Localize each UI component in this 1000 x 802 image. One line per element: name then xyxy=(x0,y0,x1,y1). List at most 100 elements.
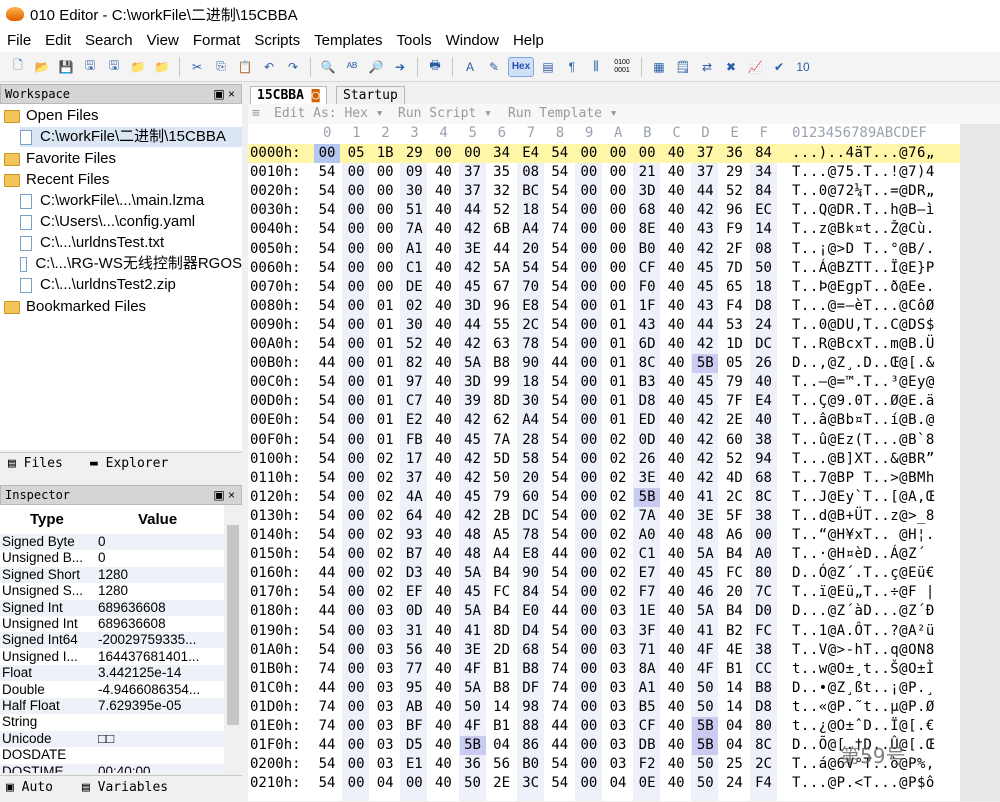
hex-byte[interactable]: BF xyxy=(401,717,427,736)
tree-item-recent[interactable]: C:\...\RG-WS无线控制器RGOS xyxy=(20,254,242,274)
hex-byte[interactable]: 3E xyxy=(634,469,660,488)
hex-byte[interactable]: 38 xyxy=(751,507,777,526)
hex-byte[interactable]: 00 xyxy=(576,507,602,526)
hex-byte[interactable]: 17 xyxy=(401,450,427,469)
hex-byte[interactable]: 40 xyxy=(663,717,689,736)
ascii-text[interactable]: T..J@Ey`T..[@A,Œ xyxy=(792,488,935,507)
hex-row[interactable]: 0130h: 54 00 02 64 40 42 2B DC 54 00 02 7A 40 3E 5F 38 T.… xyxy=(248,507,1000,526)
hex-byte[interactable]: 54 xyxy=(547,411,573,430)
hex-byte[interactable]: 37 xyxy=(460,182,486,201)
hex-byte[interactable]: 52 xyxy=(489,201,515,220)
hex-byte[interactable]: 00 xyxy=(343,755,369,774)
hex-byte[interactable]: 18 xyxy=(751,278,777,297)
hex-byte[interactable]: 45 xyxy=(692,259,718,278)
hex-row[interactable]: 01E0h: 74 00 03 BF 40 4F B1 88 44 00 03 CF 40 5B 04 80 t.… xyxy=(248,717,1000,736)
hex-byte[interactable]: 40 xyxy=(430,507,456,526)
hex-byte[interactable]: 40 xyxy=(663,526,689,545)
ascii-text[interactable]: T..z@Bk¤t..Ž@Cù. xyxy=(792,220,935,239)
hex-row[interactable]: 0160h: 44 00 02 D3 40 5A B4 90 54 00 02 E7 40 45 FC 80 D.… xyxy=(248,564,1000,583)
hex-row[interactable]: 00B0h: 44 00 01 82 40 5A B8 90 44 00 01 8C 40 5B 05 26 D.… xyxy=(248,354,1000,374)
hex-byte[interactable]: 95 xyxy=(401,679,427,698)
hex-byte[interactable]: 00 xyxy=(605,240,631,259)
hex-byte[interactable]: 05 xyxy=(343,144,369,163)
hex-byte[interactable]: 44 xyxy=(460,201,486,220)
hex-byte[interactable]: 60 xyxy=(721,431,747,450)
hex-byte[interactable]: 3D xyxy=(460,373,486,392)
hex-byte[interactable]: 42 xyxy=(692,240,718,259)
hex-byte[interactable]: 5A xyxy=(460,354,486,373)
hex-byte[interactable]: 14 xyxy=(489,698,515,717)
ascii-text[interactable]: T..d@B+ÜT..z@>_8 xyxy=(792,507,935,526)
hex-byte[interactable]: 40 xyxy=(430,526,456,545)
hex-byte[interactable]: 00 xyxy=(576,564,602,583)
hex-byte[interactable]: 02 xyxy=(605,450,631,469)
hex-byte[interactable]: 7A xyxy=(634,507,660,526)
hex-byte[interactable]: 54 xyxy=(547,469,573,488)
tab-variables[interactable]: ▤ Variables xyxy=(82,780,168,795)
hex-byte[interactable]: 54 xyxy=(547,259,573,278)
hex-byte[interactable]: B4 xyxy=(721,602,747,621)
hex-byte[interactable]: 54 xyxy=(314,450,340,469)
hex-byte[interactable]: 74 xyxy=(547,698,573,717)
hex-byte[interactable]: 01 xyxy=(605,411,631,430)
hex-byte[interactable]: 04 xyxy=(721,736,747,755)
column-header-value[interactable]: Value xyxy=(138,511,177,528)
hex-byte[interactable]: 40 xyxy=(430,278,456,297)
hex-byte[interactable]: 4F xyxy=(692,641,718,660)
hex-byte[interactable]: 48 xyxy=(460,526,486,545)
hex-byte[interactable]: B1 xyxy=(721,660,747,679)
hex-byte[interactable]: 45 xyxy=(692,564,718,583)
tree-item-recent[interactable]: C:\...\urldnsTest.txt xyxy=(20,233,242,253)
hex-byte[interactable]: 43 xyxy=(634,316,660,335)
hex-byte[interactable]: 01 xyxy=(372,354,398,373)
hex-byte[interactable]: 40 xyxy=(430,240,456,259)
hex-byte[interactable]: 54 xyxy=(314,335,340,354)
hex-byte[interactable]: 54 xyxy=(314,278,340,297)
paste-icon[interactable]: 📋 xyxy=(236,58,254,76)
hex-byte[interactable]: 42 xyxy=(692,201,718,220)
hex-byte[interactable]: 74 xyxy=(314,698,340,717)
hex-byte[interactable]: 42 xyxy=(460,335,486,354)
hex-byte[interactable]: 40 xyxy=(663,774,689,793)
hex-byte[interactable]: EC xyxy=(751,201,777,220)
hex-byte[interactable]: 40 xyxy=(663,144,689,163)
hex-byte[interactable]: 44 xyxy=(692,316,718,335)
hex-byte[interactable]: 54 xyxy=(547,564,573,583)
hex-byte[interactable]: 44 xyxy=(547,717,573,736)
hex-byte[interactable]: 29 xyxy=(721,163,747,182)
hex-byte[interactable]: 40 xyxy=(663,698,689,717)
run-script-dropdown[interactable]: Run Script ▾ xyxy=(398,106,492,121)
hex-byte[interactable]: 00 xyxy=(343,469,369,488)
hex-byte[interactable]: 40 xyxy=(430,297,456,316)
hex-byte[interactable]: 00 xyxy=(343,373,369,392)
hex-byte[interactable]: 3C xyxy=(518,774,544,793)
tree-item-recent[interactable]: C:\Users\...\config.yaml xyxy=(20,212,242,232)
hex-byte[interactable]: 2C xyxy=(518,316,544,335)
hex-byte[interactable]: 54 xyxy=(547,240,573,259)
hex-byte[interactable]: B2 xyxy=(721,622,747,641)
hex-row[interactable]: 0050h: 54 00 00 A1 40 3E 44 20 54 00 00 B0 40 42 2F 08 T.… xyxy=(248,240,1000,259)
font-icon[interactable]: A xyxy=(461,58,479,76)
hex-byte[interactable]: 04 xyxy=(721,717,747,736)
hex-byte[interactable]: 80 xyxy=(751,564,777,583)
hex-byte[interactable]: 54 xyxy=(314,622,340,641)
hex-byte[interactable]: 64 xyxy=(401,507,427,526)
ascii-text[interactable]: D..Ó@Z´.T..ç@Eü€ xyxy=(792,564,935,583)
hex-byte[interactable]: 84 xyxy=(518,583,544,602)
hex-byte[interactable]: 96 xyxy=(721,201,747,220)
hex-byte[interactable]: 00 xyxy=(343,201,369,220)
inspector-row[interactable]: Signed Int64 -20029759335... xyxy=(0,632,224,649)
hex-byte[interactable]: 00 xyxy=(576,220,602,239)
hex-byte[interactable]: 54 xyxy=(314,182,340,201)
hex-byte[interactable]: 40 xyxy=(430,583,456,602)
inspector-row[interactable]: DOSDATE xyxy=(0,747,224,763)
hex-byte[interactable]: FC xyxy=(721,564,747,583)
hex-byte[interactable]: 42 xyxy=(460,450,486,469)
hex-byte[interactable]: 5A xyxy=(460,679,486,698)
hex-byte[interactable]: 18 xyxy=(518,373,544,392)
hex-byte[interactable]: 54 xyxy=(547,297,573,316)
hex-byte[interactable]: D8 xyxy=(751,297,777,316)
ascii-text[interactable]: D..•@Z¸ßt..¡@P.¸ xyxy=(792,679,935,698)
hex-byte[interactable]: D5 xyxy=(401,736,427,755)
hex-byte[interactable]: 00 xyxy=(576,450,602,469)
